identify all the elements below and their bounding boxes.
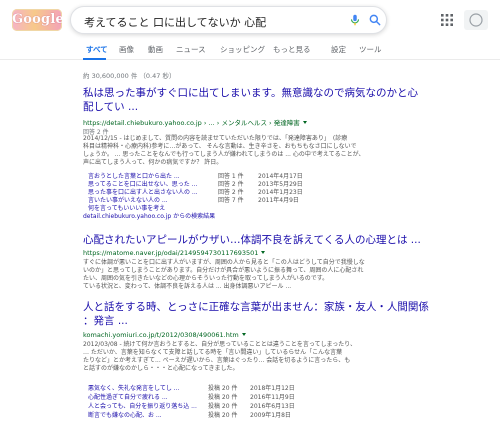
- result-3-url-text[interactable]: komachi.yomiuri.co.jp/t/2012/0308/490061…: [83, 331, 239, 339]
- url-menu-arrow-icon[interactable]: [302, 121, 307, 124]
- result-1-title[interactable]: 私は思った事がすぐ口に出てしまいます。無意識なので病気なのかと心: [83, 86, 418, 100]
- tab-all[interactable]: すべて: [86, 44, 108, 55]
- account-icon[interactable]: [464, 10, 488, 30]
- subresult-date: 2018年1月12日: [250, 385, 295, 392]
- result-2-url[interactable]: https://matome.naver.jp/odai/21495947301…: [83, 249, 266, 257]
- subresult-count: 投稿 20 件: [208, 403, 238, 410]
- url-menu-arrow-icon[interactable]: [261, 251, 266, 254]
- subresult-title[interactable]: 心配性過ぎて自分で疲れる ...: [88, 392, 168, 401]
- subresult-count: 投稿 20 件: [208, 385, 238, 392]
- subresult-title[interactable]: 人と会っても、自分を振り返り落ち込 ...: [88, 401, 197, 410]
- active-tab-indicator: [83, 58, 106, 60]
- subresult-count: 回答 7 件: [218, 197, 244, 204]
- result-2-url-text[interactable]: https://matome.naver.jp/odai/21495947301…: [83, 249, 258, 257]
- subresult-date: 2011年4月9日: [258, 197, 299, 204]
- result-2-snippet-line: ている状況と、変わって、体調不良を訴える人は ... 出身体調悪いアピール ..…: [83, 283, 292, 290]
- search-box[interactable]: 考えてること 口に出してないか 心配: [70, 6, 387, 34]
- search-input[interactable]: 考えてること 口に出してないか 心配: [84, 14, 266, 30]
- tab-images[interactable]: 画像: [119, 44, 134, 55]
- url-menu-arrow-icon[interactable]: [241, 333, 246, 336]
- tab-news[interactable]: ニュース: [176, 44, 206, 55]
- google-doodle-logo[interactable]: Google: [12, 9, 62, 31]
- result-2-title[interactable]: 心配されたいアピールがウザい…体調不良を訴えてくる人の心理とは ...: [83, 233, 421, 247]
- tab-more[interactable]: もっと見る: [273, 44, 311, 55]
- result-1-snippet-line: 声に出てしまう人って、何かの病気ですか？ 許日。: [83, 159, 223, 166]
- mic-icon[interactable]: [348, 13, 362, 27]
- subresult-date: 2009年1月8日: [250, 412, 291, 419]
- subresult-title[interactable]: 悪気なく、失礼な発言をしてし ...: [88, 383, 179, 392]
- result-3-title-cont[interactable]: ：発言 ...: [83, 314, 128, 328]
- apps-grid-icon[interactable]: [441, 14, 453, 26]
- search-icon[interactable]: [368, 13, 382, 27]
- subresult-date: 2016年6月13日: [250, 403, 295, 410]
- result-3-title[interactable]: 人と話をする時、とっさに正確な言葉が出ません：家族・友人・人間関係: [83, 300, 429, 314]
- result-3-url[interactable]: komachi.yomiuri.co.jp/t/2012/0308/490061…: [83, 331, 246, 339]
- subresult-count: 投稿 20 件: [208, 394, 238, 401]
- logo-text[interactable]: Google: [12, 12, 62, 27]
- result-3-snippet-line: と話すのが嫌なのかしら・・・と心配になってきました。: [83, 365, 239, 372]
- more-results-link[interactable]: detail.chiebukuro.yahoo.co.jp からの検索結果: [83, 211, 215, 220]
- search-tabs: すべて 画像 動画 ニュース ショッピング もっと見る 設定 ツール: [0, 38, 500, 60]
- result-1-url[interactable]: https://detail.chiebukuro.yahoo.co.jp › …: [83, 117, 307, 127]
- result-stats: 約 30,600,000 件 （0.47 秒）: [83, 72, 176, 80]
- tab-tools[interactable]: ツール: [359, 44, 382, 55]
- subresult-count: 投稿 20 件: [208, 412, 238, 419]
- subresult-date: 2016年11月9日: [250, 394, 295, 401]
- tab-settings[interactable]: 設定: [331, 44, 346, 55]
- subresult-title[interactable]: 断言でも嫌なの心配、お ...: [88, 410, 162, 419]
- tab-shopping[interactable]: ショッピング: [220, 44, 265, 55]
- result-1-title-cont[interactable]: 配してい ...: [83, 100, 138, 114]
- tab-videos[interactable]: 動画: [148, 44, 163, 55]
- result-1-url-text[interactable]: https://detail.chiebukuro.yahoo.co.jp › …: [83, 119, 300, 127]
